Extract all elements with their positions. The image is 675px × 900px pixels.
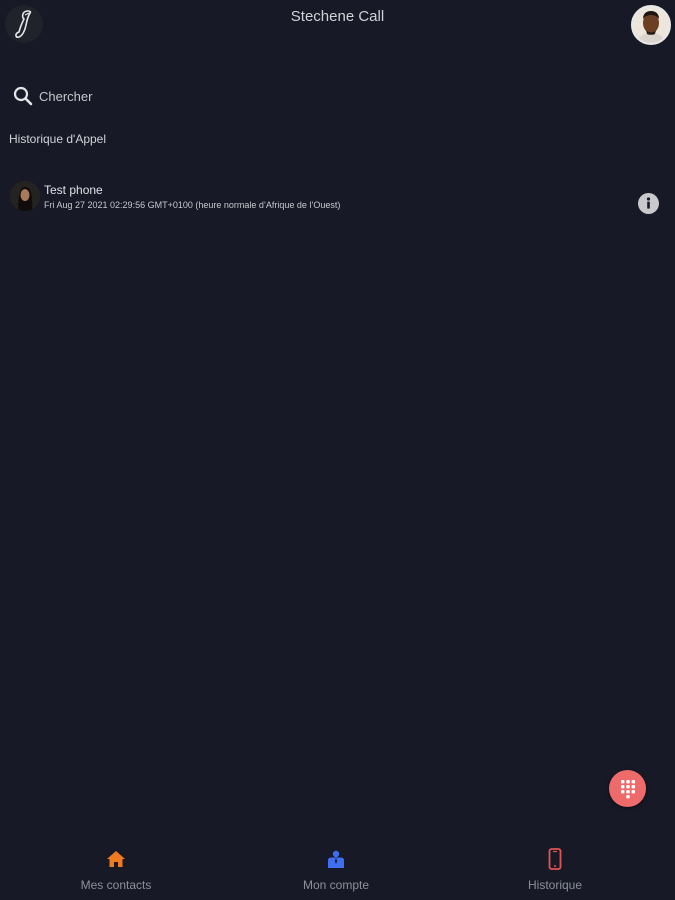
home-icon — [105, 848, 127, 870]
profile-avatar[interactable] — [631, 5, 671, 45]
nav-label-account: Mon compte — [302, 878, 370, 892]
search-bar[interactable] — [12, 82, 312, 110]
nav-item-account[interactable]: Mon compte — [256, 848, 416, 896]
app-screen: Stechene Call Historique d'Appel — [0, 0, 675, 900]
nav-item-history[interactable]: Historique — [475, 848, 635, 896]
search-input[interactable] — [39, 84, 289, 108]
call-info-button[interactable] — [638, 193, 659, 214]
call-history-item[interactable]: Test phone Fri Aug 27 2021 02:29:56 GMT+… — [10, 178, 665, 214]
dialpad-icon — [620, 779, 635, 798]
profile-photo — [633, 7, 669, 43]
account-icon — [325, 848, 347, 870]
app-header: Stechene Call — [0, 0, 675, 50]
bottom-navigation: Mes contacts Mon compte Historique — [0, 840, 675, 900]
call-contact-name: Test phone — [44, 183, 103, 197]
call-timestamp: Fri Aug 27 2021 02:29:56 GMT+0100 (heure… — [44, 200, 341, 210]
mobile-phone-icon — [544, 848, 566, 870]
nav-label-history: Historique — [527, 878, 583, 892]
info-icon — [646, 197, 651, 209]
section-title-call-history: Historique d'Appel — [9, 132, 107, 146]
search-icon — [13, 86, 33, 106]
contact-avatar — [10, 181, 40, 211]
dialpad-button[interactable] — [609, 770, 646, 807]
nav-label-contacts: Mes contacts — [80, 878, 152, 892]
app-title: Stechene Call — [290, 8, 385, 25]
nav-item-contacts[interactable]: Mes contacts — [36, 848, 196, 896]
